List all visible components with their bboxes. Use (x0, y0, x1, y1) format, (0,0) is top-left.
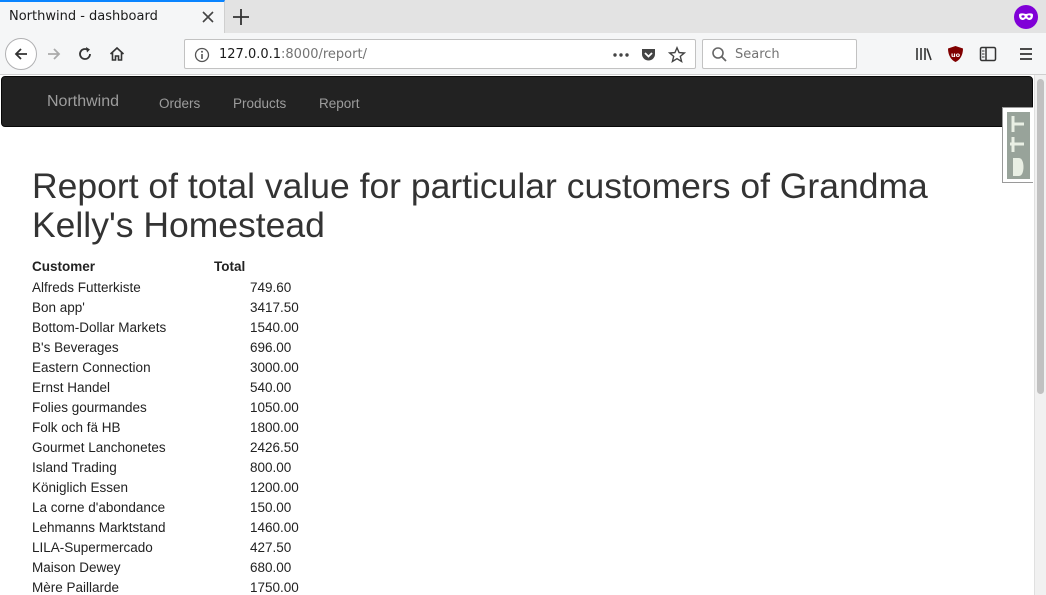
total-cell: 1050.00 (250, 399, 299, 415)
customer-cell: Gourmet Lanchonetes (32, 439, 166, 455)
scrollbar-thumb[interactable] (1037, 79, 1044, 394)
nav-link-orders[interactable]: Orders (159, 96, 200, 111)
table-row: Lehmanns Marktstand 1460.00 (32, 517, 299, 537)
tab-active[interactable]: Northwind - dashboard (0, 0, 225, 33)
page-actions-icon[interactable] (612, 47, 630, 63)
tab-strip: Northwind - dashboard (0, 0, 1046, 33)
customer-cell: Island Trading (32, 459, 117, 475)
table-row: Gourmet Lanchonetes 2426.50 (32, 437, 299, 457)
djdt-logo-icon (1007, 112, 1030, 179)
customer-cell: Folk och fä HB (32, 419, 121, 435)
table-row: Königlich Essen 1200.00 (32, 477, 299, 497)
customer-cell: Alfreds Futterkiste (32, 279, 141, 295)
customer-cell: LILA-Supermercado (32, 539, 153, 555)
sidebar-icon[interactable] (979, 45, 997, 63)
total-cell: 3417.50 (250, 299, 299, 315)
site-navbar: Northwind Orders Products Report (1, 76, 1033, 127)
table-row: Ernst Handel 540.00 (32, 377, 299, 397)
total-cell: 150.00 (250, 499, 292, 515)
total-cell: 1800.00 (250, 419, 299, 435)
total-cell: 680.00 (250, 559, 292, 575)
table-row: Bon app' 3417.50 (32, 297, 299, 317)
nav-link-products[interactable]: Products (233, 96, 286, 111)
table-row: Folk och fä HB 1800.00 (32, 417, 299, 437)
menu-icon[interactable] (1018, 46, 1034, 62)
reload-icon (79, 47, 91, 60)
pocket-icon[interactable] (640, 46, 657, 63)
table-body: Alfreds Futterkiste 749.60 Bon app' 3417.50… (32, 277, 299, 595)
customer-cell: Bottom-Dollar Markets (32, 319, 167, 335)
svg-text:uo: uo (951, 51, 961, 59)
home-button[interactable] (101, 38, 133, 70)
page-viewport: Northwind Orders Products Report Report … (0, 75, 1046, 595)
page-title: Report of total value for particular cus… (32, 166, 928, 245)
table-row: Mère Paillarde 1750.00 (32, 577, 299, 595)
table-row: B's Beverages 696.00 (32, 337, 299, 357)
customer-cell: Königlich Essen (32, 479, 129, 495)
table-row: Alfreds Futterkiste 749.60 (32, 277, 299, 297)
table-row: Eastern Connection 3000.00 (32, 357, 299, 377)
close-icon[interactable] (200, 9, 216, 25)
private-browsing-icon (1014, 5, 1038, 29)
table-row: LILA-Supermercado 427.50 (32, 537, 299, 557)
search-box[interactable]: Search (702, 39, 857, 69)
brand-link[interactable]: Northwind (47, 93, 119, 111)
customer-cell: B's Beverages (32, 339, 119, 355)
home-icon (109, 46, 125, 61)
total-cell: 1200.00 (250, 479, 299, 495)
total-cell: 427.50 (250, 539, 292, 555)
customer-cell: Ernst Handel (32, 379, 111, 395)
report-table: Customer Total Alfreds Futterkiste 749.60… (32, 256, 299, 595)
back-arrow-icon (14, 48, 27, 60)
url-host: 127.0.0.1 (219, 47, 282, 62)
ublock-shield-icon[interactable]: uo (947, 45, 964, 63)
customer-cell: Folies gourmandes (32, 399, 147, 415)
back-button[interactable] (5, 38, 37, 70)
forward-button[interactable] (38, 38, 70, 70)
table-row: Folies gourmandes 1050.00 (32, 397, 299, 417)
customer-cell: Eastern Connection (32, 359, 151, 375)
total-cell: 2426.50 (250, 439, 299, 455)
customer-cell: Mère Paillarde (32, 579, 120, 595)
total-cell: 749.60 (250, 279, 292, 295)
debug-toolbar-handle[interactable] (1002, 107, 1033, 183)
total-cell: 800.00 (250, 459, 292, 475)
tab-title: Northwind - dashboard (9, 9, 158, 24)
table-row: Bottom-Dollar Markets 1540.00 (32, 317, 299, 337)
total-cell: 1750.00 (250, 579, 299, 595)
library-icon[interactable] (915, 46, 933, 62)
total-cell: 696.00 (250, 339, 292, 355)
table-row: La corne d'abondance 150.00 (32, 497, 299, 517)
table-row: Island Trading 800.00 (32, 457, 299, 477)
address-bar[interactable]: 127.0.0.1:8000/report/ (184, 39, 696, 69)
total-cell: 1460.00 (250, 519, 299, 535)
customer-cell: Maison Dewey (32, 559, 121, 575)
total-cell: 3000.00 (250, 359, 299, 375)
vertical-scrollbar[interactable] (1034, 75, 1046, 595)
forward-arrow-icon (48, 48, 61, 60)
reload-button[interactable] (69, 38, 101, 70)
customer-cell: Lehmanns Marktstand (32, 519, 166, 535)
column-header-customer: Customer (32, 259, 96, 274)
url-path: :8000/report/ (281, 47, 367, 62)
table-header-row: Customer Total (32, 256, 299, 277)
search-icon (712, 47, 727, 62)
browser-toolbar: 127.0.0.1:8000/report/ Search uo (0, 33, 1046, 75)
column-header-total: Total (214, 259, 246, 274)
nav-link-report[interactable]: Report (319, 96, 360, 111)
customer-cell: La corne d'abondance (32, 499, 166, 515)
total-cell: 540.00 (250, 379, 292, 395)
table-row: Maison Dewey 680.00 (32, 557, 299, 577)
customer-cell: Bon app' (32, 299, 85, 315)
info-icon[interactable] (194, 47, 210, 63)
bookmark-star-icon[interactable] (668, 46, 686, 64)
search-placeholder: Search (735, 47, 780, 62)
total-cell: 1540.00 (250, 319, 299, 335)
url-text[interactable]: 127.0.0.1:8000/report/ (219, 47, 367, 62)
new-tab-icon[interactable] (230, 6, 252, 28)
